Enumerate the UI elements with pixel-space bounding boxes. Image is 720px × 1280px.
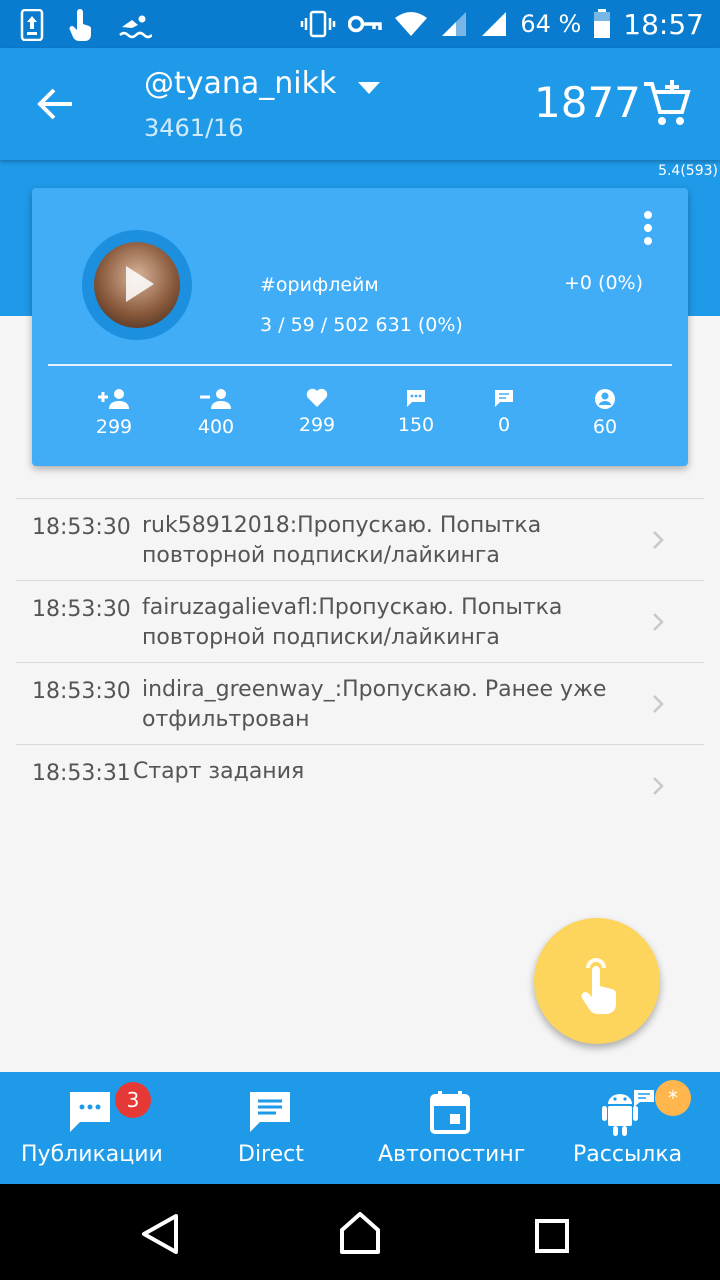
vibrate-icon xyxy=(301,10,336,38)
stat-likes: 299 xyxy=(277,388,357,436)
balance: 1877 xyxy=(534,78,641,127)
stat-comments: 150 xyxy=(376,388,456,436)
stat-messages: 0 xyxy=(464,388,544,436)
touch-icon xyxy=(581,958,617,1014)
direct-icon xyxy=(250,1092,290,1132)
log-message: indira_greenway_:Пропускаю. Ранее уже от… xyxy=(142,677,607,732)
publications-icon xyxy=(70,1092,110,1132)
app-bar: @tyana_nikk 3461/16 1877 xyxy=(0,48,720,160)
comment-icon xyxy=(407,390,425,407)
touch-notification-icon xyxy=(69,9,92,41)
unfollow-icon xyxy=(200,389,231,409)
hashtag: #орифлейм xyxy=(260,274,379,296)
log-message: Старт задания xyxy=(133,759,305,784)
back-arrow-icon[interactable] xyxy=(34,82,78,126)
signal-icon xyxy=(442,12,467,36)
chevron-right-icon xyxy=(653,531,664,549)
log-message: ruk58912018:Пропускаю. Попытка повторной… xyxy=(142,513,542,568)
clock: 18:57 xyxy=(623,7,704,41)
more-options-icon[interactable] xyxy=(640,210,656,246)
stat-follow: 299 xyxy=(74,388,154,438)
stat-follow-value: 299 xyxy=(95,416,133,438)
log-time: 18:53:30 xyxy=(32,597,131,622)
screenshot-notification-icon xyxy=(20,9,44,41)
nav-autoposting[interactable]: Автопостинг xyxy=(360,1072,540,1184)
card-divider xyxy=(48,364,672,366)
stat-profile-value: 60 xyxy=(592,416,618,438)
stat-unfollow-value: 400 xyxy=(197,416,235,438)
battery-icon xyxy=(594,9,611,38)
stat-comments-value: 150 xyxy=(397,414,435,436)
log-row[interactable]: 18:53:30 ruk58912018:Пропускаю. Попытка … xyxy=(16,498,704,580)
add-to-cart-icon[interactable] xyxy=(642,78,692,128)
mailing-badge: * xyxy=(655,1080,691,1116)
bottom-navigation: 3 Публикации Direct Автопостинг * Рассыл… xyxy=(0,1072,720,1184)
system-back-icon[interactable] xyxy=(140,1212,180,1256)
nav-direct-label: Direct xyxy=(238,1142,304,1167)
nav-direct[interactable]: Direct xyxy=(180,1072,360,1184)
log-time: 18:53:30 xyxy=(32,679,131,704)
task-card[interactable]: #орифлейм +0 (0%) 3 / 59 / 502 631 (0%) … xyxy=(32,188,688,466)
status-bar: 64 % 18:57 xyxy=(0,0,720,48)
nav-mailing[interactable]: * Рассылка xyxy=(540,1072,720,1184)
log-row[interactable]: 18:53:30 fairuzagalievafl:Пропускаю. Поп… xyxy=(16,580,704,662)
system-navigation-bar xyxy=(0,1184,720,1280)
stat-likes-value: 299 xyxy=(298,414,336,436)
system-recents-icon[interactable] xyxy=(534,1218,570,1254)
nav-mailing-label: Рассылка xyxy=(573,1142,683,1167)
log-time: 18:53:31 xyxy=(32,761,131,786)
account-stats: 3461/16 xyxy=(144,114,244,142)
nav-autoposting-label: Автопостинг xyxy=(378,1142,526,1167)
tap-action-button[interactable] xyxy=(534,918,660,1044)
chevron-right-icon xyxy=(653,695,664,713)
nav-publications-label: Публикации xyxy=(21,1142,163,1167)
calendar-icon xyxy=(430,1091,470,1134)
play-icon[interactable] xyxy=(126,266,154,302)
publications-badge: 3 xyxy=(115,1082,151,1118)
delta-value: +0 (0%) xyxy=(564,272,644,294)
dropdown-arrow-icon[interactable] xyxy=(356,78,382,98)
key-icon xyxy=(348,15,383,33)
nav-publications[interactable]: 3 Публикации xyxy=(0,1072,180,1184)
account-name[interactable]: @tyana_nikk xyxy=(144,66,336,101)
log-row[interactable]: 18:53:30 indira_greenway_:Пропускаю. Ран… xyxy=(16,662,704,744)
chevron-right-icon xyxy=(653,613,664,631)
log-message: fairuzagalievafl:Пропускаю. Попытка повт… xyxy=(142,595,563,650)
follow-icon xyxy=(98,389,129,409)
log-time: 18:53:30 xyxy=(32,515,131,540)
profile-icon xyxy=(595,389,615,409)
stat-unfollow: 400 xyxy=(176,388,256,438)
chevron-right-icon xyxy=(653,777,664,795)
system-home-icon[interactable] xyxy=(338,1210,382,1256)
stat-profile: 60 xyxy=(565,388,645,438)
battery-percent: 64 % xyxy=(520,10,582,38)
version-label: 5.4(593) xyxy=(658,163,718,179)
message-icon xyxy=(495,390,513,407)
log-row[interactable]: 18:53:31 Старт задания xyxy=(16,744,704,826)
task-counts: 3 / 59 / 502 631 (0%) xyxy=(260,314,463,336)
wifi-icon xyxy=(395,12,428,36)
swimmer-notification-icon xyxy=(119,15,152,39)
stat-messages-value: 0 xyxy=(497,414,511,436)
heart-icon xyxy=(306,388,328,407)
signal-icon-2 xyxy=(482,12,507,36)
android-icon xyxy=(602,1090,654,1136)
